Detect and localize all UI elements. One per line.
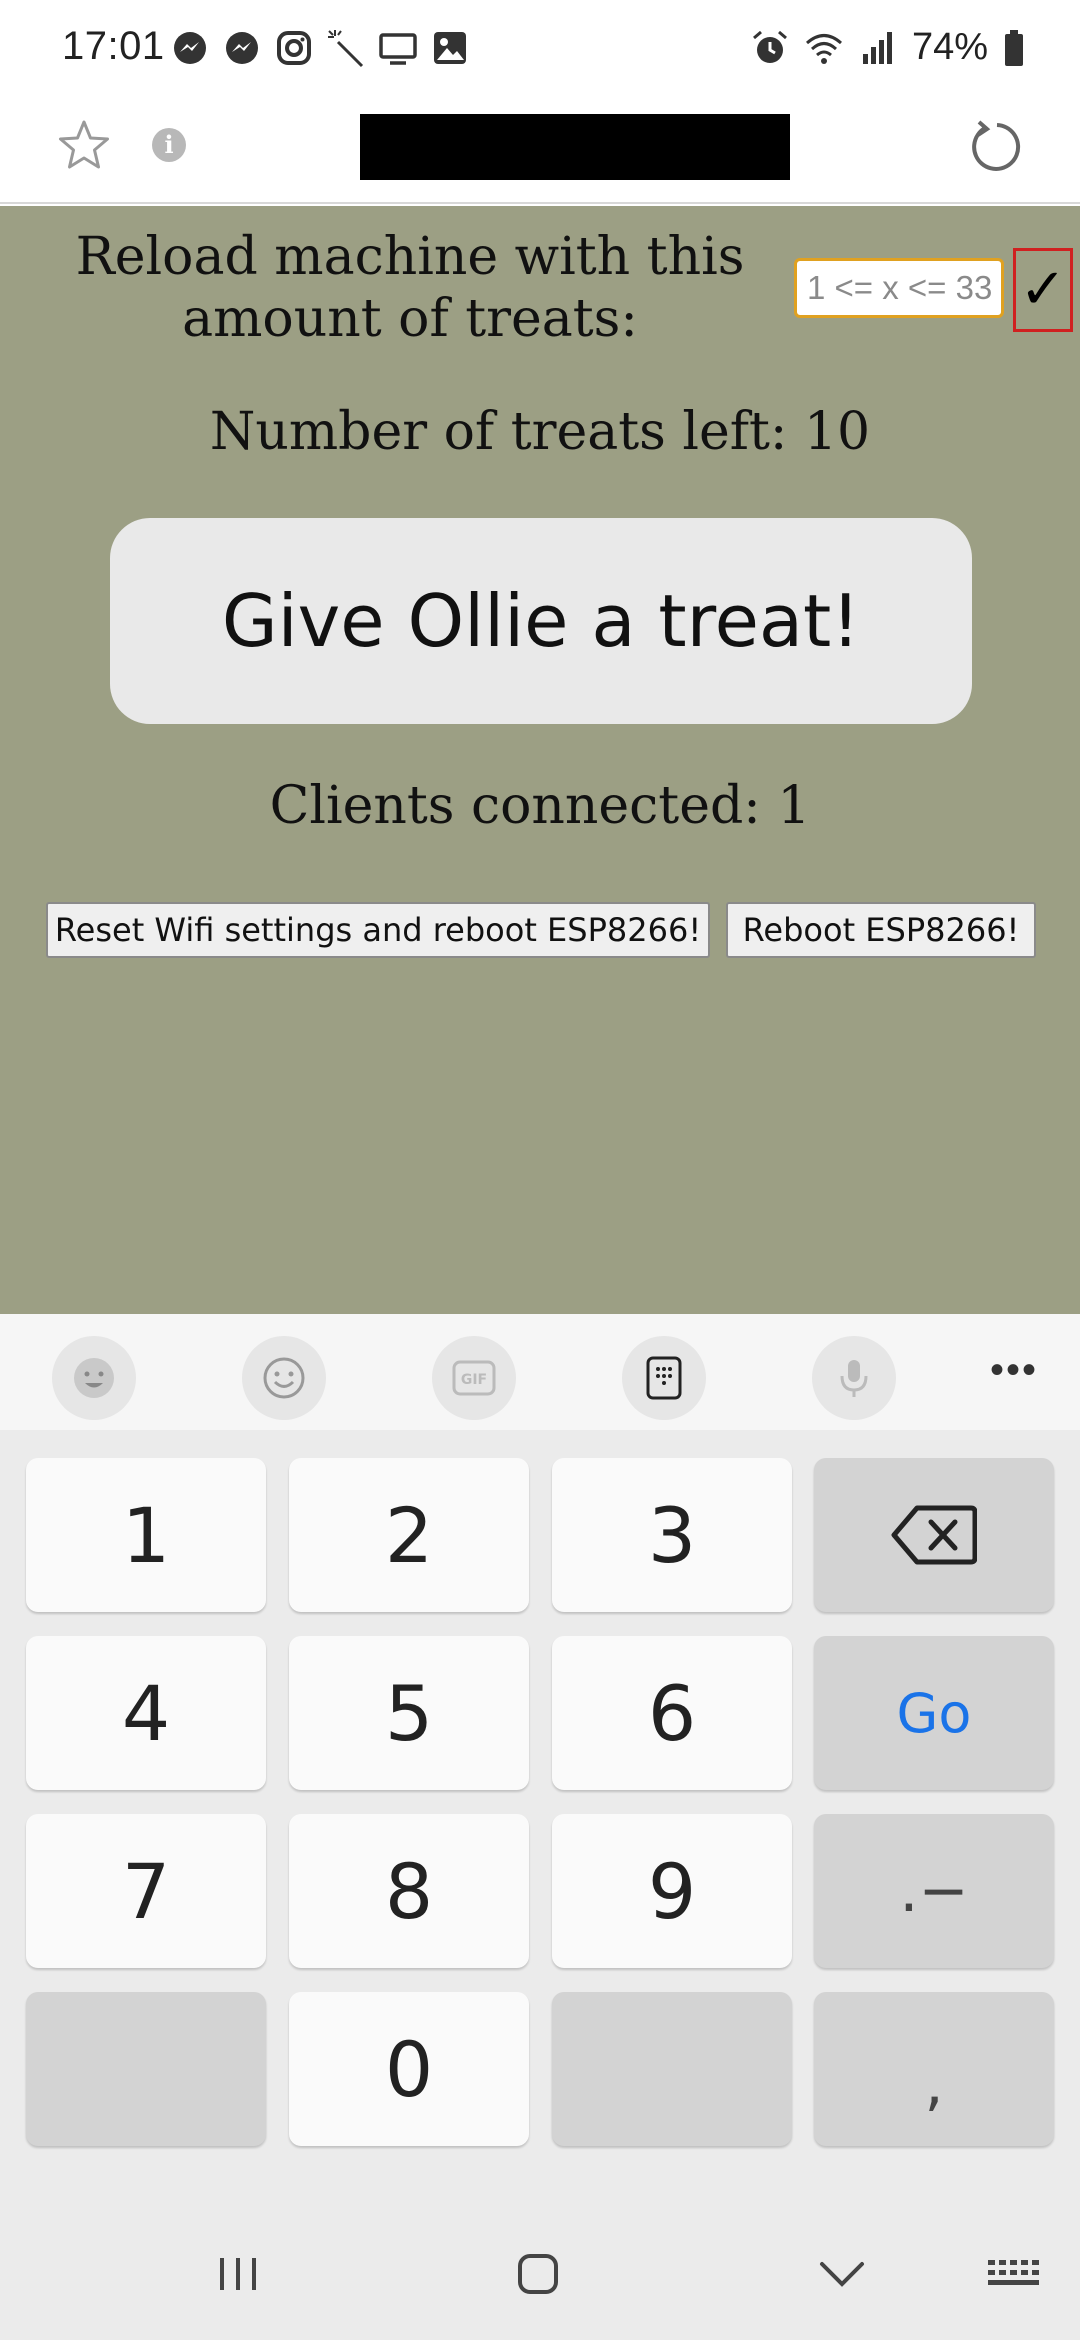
browser-toolbar: i [0, 96, 1080, 204]
go-key[interactable]: Go [814, 1636, 1054, 1790]
key-5[interactable]: 5 [289, 1636, 529, 1790]
messenger-icon [174, 32, 206, 64]
key-3[interactable]: 3 [552, 1458, 792, 1612]
numeric-keyboard: 1 2 3 4 5 6 Go 7 8 9 .− 0 , [0, 1430, 1080, 2210]
blank-key-right [552, 1992, 792, 2146]
monitor-icon [379, 33, 417, 65]
keyboard-switch-icon[interactable] [984, 2244, 1044, 2304]
instagram-icon [277, 31, 311, 65]
key-6[interactable]: 6 [552, 1636, 792, 1790]
battery-percent: 74% [911, 26, 988, 68]
key-4[interactable]: 4 [26, 1636, 266, 1790]
reload-label: Reload machine with this amount of treat… [75, 227, 745, 349]
emoji-icon[interactable] [242, 1336, 326, 1420]
notification-icons [170, 28, 470, 68]
treats-left-text: Number of treats left: 10 [209, 402, 871, 462]
url-bar-redacted[interactable] [360, 114, 790, 180]
star-icon[interactable] [56, 118, 112, 174]
home-icon[interactable] [508, 2244, 568, 2304]
web-page: Reload machine with this amount of treat… [0, 206, 1080, 1314]
key-2[interactable]: 2 [289, 1458, 529, 1612]
reboot-button[interactable]: Reboot ESP8266! [726, 902, 1036, 958]
alarm-icon [752, 30, 787, 63]
reload-amount-input[interactable] [794, 258, 1004, 318]
confirm-reload-button[interactable]: ✓ [1013, 248, 1073, 332]
battery-icon [1005, 29, 1023, 66]
give-treat-button[interactable]: Give Ollie a treat! [110, 518, 972, 724]
gif-label: GIF [461, 1372, 487, 1388]
key-9[interactable]: 9 [552, 1814, 792, 1968]
info-icon[interactable]: i [152, 128, 186, 162]
keyboard-toolbar: GIF ••• [0, 1314, 1080, 1430]
key-1[interactable]: 1 [26, 1458, 266, 1612]
key-7[interactable]: 7 [26, 1814, 266, 1968]
more-options-icon[interactable]: ••• [990, 1348, 1038, 1393]
bitmoji-icon[interactable] [52, 1336, 136, 1420]
gallery-icon [434, 32, 466, 64]
key-8[interactable]: 8 [289, 1814, 529, 1968]
navigation-bar [0, 2210, 1080, 2340]
dot-dash-key[interactable]: .− [814, 1814, 1054, 1968]
status-time: 17:01 [62, 24, 165, 68]
magic-wand-icon [328, 30, 364, 68]
status-bar: 17:01 74% [0, 0, 1080, 96]
reset-wifi-button[interactable]: Reset Wifi settings and reboot ESP8266! [46, 902, 710, 958]
messenger-icon [226, 32, 258, 64]
backspace-icon [891, 1505, 977, 1565]
microphone-icon[interactable] [812, 1336, 896, 1420]
keypad-icon[interactable] [622, 1336, 706, 1420]
comma-key[interactable]: , [814, 1992, 1054, 2146]
wifi-icon [805, 33, 842, 64]
system-status-icons: 74% [750, 26, 1026, 69]
key-0[interactable]: 0 [289, 1992, 529, 2146]
recent-apps-icon[interactable] [208, 2244, 268, 2304]
backspace-key[interactable] [814, 1458, 1054, 1612]
gif-icon[interactable]: GIF [432, 1336, 516, 1420]
clients-connected-text: Clients connected: 1 [269, 776, 811, 836]
blank-key-left [26, 1992, 266, 2146]
signal-icon [862, 31, 892, 64]
reload-icon[interactable] [968, 118, 1026, 176]
back-icon[interactable] [812, 2244, 872, 2304]
